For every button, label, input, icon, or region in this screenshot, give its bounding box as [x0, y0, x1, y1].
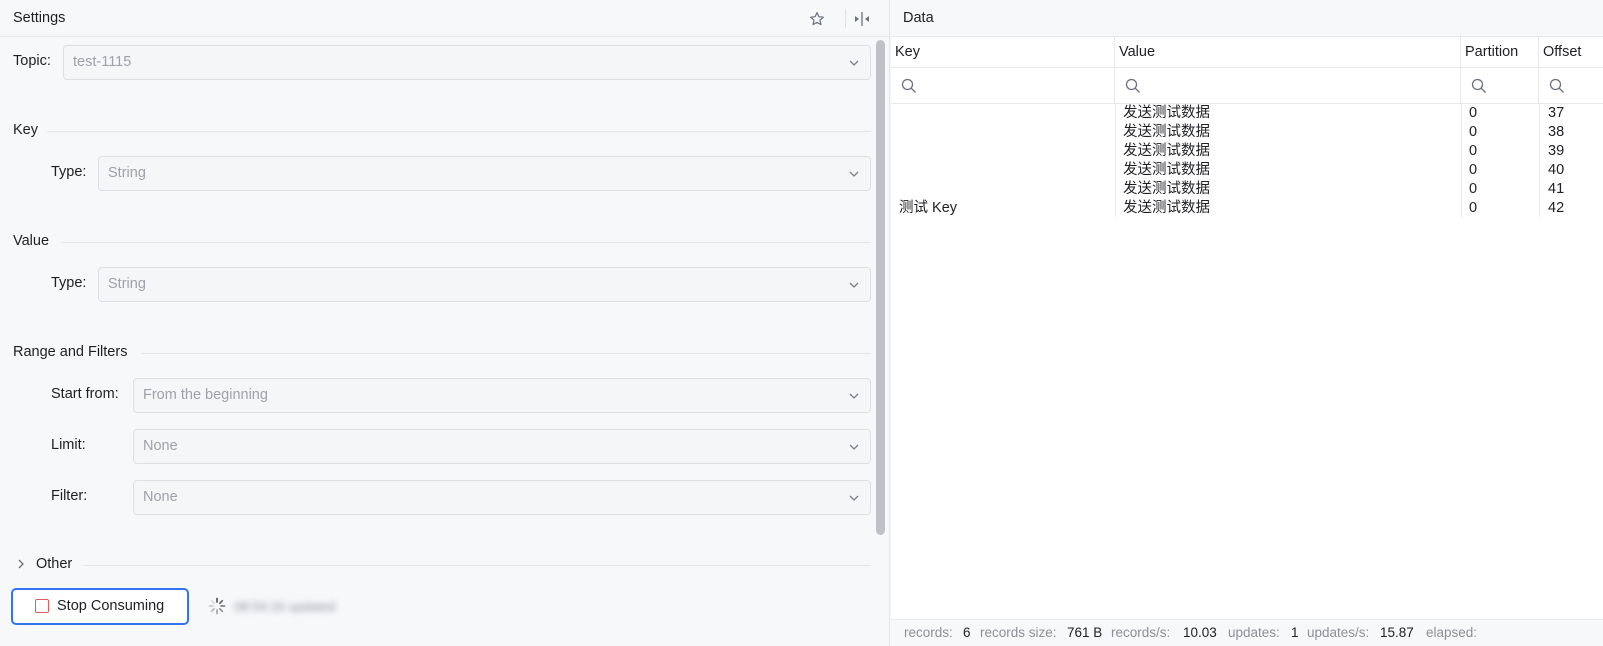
column-header-key[interactable]: Key: [891, 37, 1115, 68]
cell-partition: 0: [1469, 162, 1478, 178]
cell-value: 发送测试数据: [1123, 105, 1210, 121]
value-section-title: Value: [13, 233, 50, 249]
cell-offset: 39: [1548, 143, 1565, 159]
column-divider: [1461, 104, 1462, 217]
key-type-select[interactable]: String: [98, 156, 871, 191]
filter-value: None: [143, 489, 178, 505]
chevron-down-icon: [849, 171, 859, 177]
data-title: Data: [903, 10, 934, 26]
limit-select[interactable]: None: [133, 429, 871, 464]
records-per-second-value: 10.03: [1183, 625, 1217, 640]
records-label: records:: [904, 625, 953, 640]
settings-header: Settings: [0, 0, 890, 37]
limit-value: None: [143, 438, 178, 454]
cell-offset: 42: [1548, 200, 1565, 216]
column-header-offset[interactable]: Offset: [1539, 37, 1603, 68]
elapsed-label: elapsed:: [1426, 625, 1478, 640]
star-icon[interactable]: [807, 9, 827, 29]
topic-value: test-1115: [73, 54, 132, 70]
column-divider: [1115, 104, 1116, 217]
stop-icon: [35, 599, 49, 613]
records-size-value: 761 B: [1067, 625, 1103, 640]
search-icon: [1125, 78, 1140, 93]
updates-per-second-label: updates/s:: [1307, 625, 1370, 640]
cell-partition: 0: [1469, 105, 1478, 121]
updates-label: updates:: [1228, 625, 1280, 640]
cell-value: 发送测试数据: [1123, 143, 1210, 159]
key-section-divider: [47, 131, 871, 132]
chevron-right-icon: [18, 559, 24, 569]
spinner-icon: [208, 597, 226, 615]
cell-offset: 37: [1548, 105, 1565, 121]
column-header-label: Offset: [1543, 44, 1582, 60]
start-from-label: Start from:: [51, 386, 119, 402]
updates-per-second-value: 15.87: [1380, 625, 1414, 640]
value-type-select[interactable]: String: [98, 267, 871, 302]
range-section-title: Range and Filters: [13, 344, 128, 360]
start-from-select[interactable]: From the beginning: [133, 378, 871, 413]
data-header: Data: [891, 0, 1603, 37]
partition-filter-input[interactable]: [1461, 68, 1539, 104]
cell-offset: 40: [1548, 162, 1565, 178]
column-divider: [1539, 104, 1540, 217]
key-filter-input[interactable]: [891, 68, 1115, 104]
cell-value: 发送测试数据: [1123, 124, 1210, 140]
other-section-divider: [83, 565, 871, 566]
settings-panel: Settings Topic: test-1115 Key Type: Stri…: [0, 0, 890, 646]
value-section-divider: [61, 242, 871, 243]
cell-offset: 38: [1548, 124, 1565, 140]
cell-partition: 0: [1469, 124, 1478, 140]
records-size-label: records size:: [980, 625, 1057, 640]
other-section-toggle[interactable]: Other: [13, 555, 153, 577]
records-value: 6: [963, 625, 971, 640]
key-type-value: String: [108, 165, 146, 181]
filter-label: Filter:: [51, 488, 88, 504]
search-icon: [901, 78, 916, 93]
cell-key: 测试 Key: [899, 200, 958, 216]
cell-partition: 0: [1469, 200, 1478, 216]
status-text: 08:54:16 updated: [234, 599, 336, 614]
column-header-label: Partition: [1465, 44, 1519, 60]
column-header-label: Value: [1119, 44, 1156, 60]
limit-label: Limit:: [51, 437, 86, 453]
value-type-label: Type:: [51, 275, 87, 291]
chevron-down-icon: [849, 444, 859, 450]
settings-title: Settings: [13, 10, 66, 26]
offset-filter-input[interactable]: [1539, 68, 1603, 104]
settings-scrollbar[interactable]: [876, 40, 885, 535]
filter-select[interactable]: None: [133, 480, 871, 515]
value-filter-input[interactable]: [1115, 68, 1461, 104]
split-layout-icon[interactable]: [852, 9, 872, 29]
data-panel: Data Key Value Partition Offset 发送测试数据 0…: [891, 0, 1603, 646]
start-from-value: From the beginning: [143, 387, 268, 403]
column-header-partition[interactable]: Partition: [1461, 37, 1539, 68]
chevron-down-icon: [849, 393, 859, 399]
column-header-value[interactable]: Value: [1115, 37, 1461, 68]
records-per-second-label: records/s:: [1111, 625, 1171, 640]
key-section-title: Key: [13, 122, 38, 138]
topic-select[interactable]: test-1115: [63, 45, 871, 80]
header-divider: [845, 9, 846, 28]
stats-footer: records: 6 records size: 761 B records/s…: [891, 619, 1603, 646]
cell-value: 发送测试数据: [1123, 162, 1210, 178]
search-icon: [1471, 78, 1486, 93]
chevron-down-icon: [849, 282, 859, 288]
stop-consuming-button[interactable]: Stop Consuming: [11, 588, 189, 625]
cell-value: 发送测试数据: [1123, 200, 1210, 216]
cell-partition: 0: [1469, 181, 1478, 197]
cell-offset: 41: [1548, 181, 1565, 197]
cell-value: 发送测试数据: [1123, 181, 1210, 197]
other-section-title: Other: [36, 556, 73, 572]
stop-consuming-label: Stop Consuming: [57, 598, 165, 614]
cell-partition: 0: [1469, 143, 1478, 159]
column-header-label: Key: [895, 44, 920, 60]
search-icon: [1549, 78, 1564, 93]
value-type-value: String: [108, 276, 146, 292]
topic-label: Topic:: [13, 53, 51, 69]
key-type-label: Type:: [51, 164, 87, 180]
chevron-down-icon: [849, 60, 859, 66]
range-section-divider: [141, 353, 871, 354]
updates-value: 1: [1291, 625, 1299, 640]
chevron-down-icon: [849, 495, 859, 501]
